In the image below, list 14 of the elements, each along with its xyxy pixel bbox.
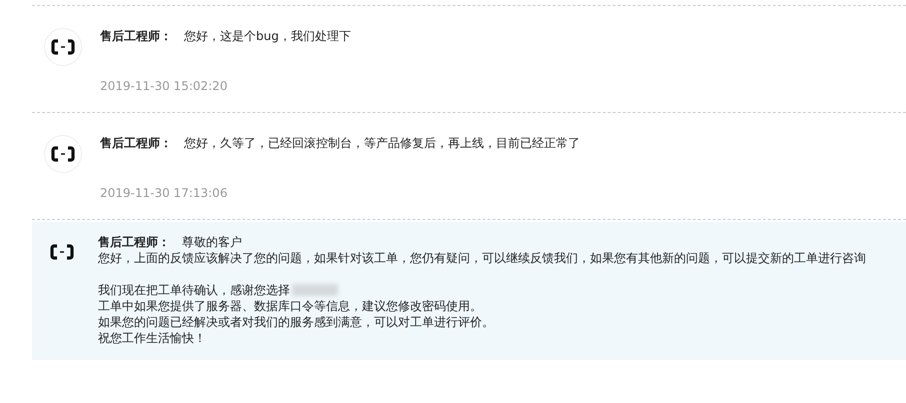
message-text: 如果您的问题已经解决或者对我们的服务感到满意，可以对工单进行评价。: [98, 314, 495, 330]
message-text: 您好，上面的反馈应该解决了您的问题，如果针对该工单，您仍有疑问，可以继续反馈我们，如果您有其他新的问题，可以提交新的工单进行咨询: [98, 250, 866, 266]
blurred-redaction: [292, 284, 338, 296]
message-text: 您好，久等了，已经回滚控制台，等产品修复后，再上线，目前已经正常了: [184, 135, 580, 151]
message-text: 祝您工作生活愉快！: [98, 330, 207, 346]
message-text: 您好，这是个bug，我们处理下: [184, 28, 351, 44]
sender-name: 售后工程师：: [98, 234, 170, 250]
message-text: 我们现在把工单待确认，感谢您选择: [98, 282, 290, 298]
message-text: 工单中如果您提供了服务器、数据库口令等信息，建议您修改密码使用。: [98, 298, 483, 314]
timestamp: 2019-11-30 15:02:20: [100, 78, 228, 94]
sender-name: 售后工程师：: [100, 135, 172, 151]
message-text: 尊敬的客户: [182, 234, 242, 250]
sender-name: 售后工程师：: [100, 28, 172, 44]
timestamp: 2019-11-30 17:13:06: [100, 185, 228, 201]
